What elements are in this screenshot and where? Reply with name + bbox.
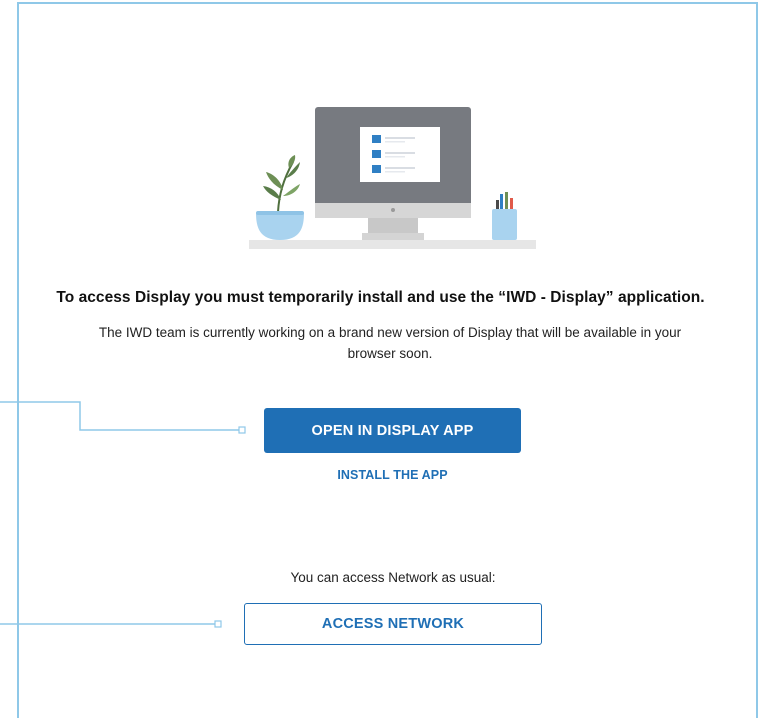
monitor-base xyxy=(362,233,424,240)
description: The IWD team is currently working on a b… xyxy=(99,322,681,364)
plant-icon xyxy=(256,155,304,240)
headline: To access Display you must temporarily i… xyxy=(56,289,705,306)
network-note: You can access Network as usual: xyxy=(290,570,496,585)
monitor-dot xyxy=(391,208,395,212)
description-line-2: browser soon. xyxy=(347,346,433,361)
access-network-button[interactable]: ACCESS NETWORK xyxy=(244,603,542,645)
desk-surface xyxy=(249,240,536,249)
monitor-stand xyxy=(368,218,418,234)
description-line-1: The IWD team is currently working on a b… xyxy=(98,325,682,340)
pencil-cup-icon xyxy=(492,192,517,240)
open-in-display-app-button[interactable]: OPEN IN DISPLAY APP xyxy=(264,408,521,453)
computer-desk-illustration xyxy=(249,107,536,249)
page: To access Display you must temporarily i… xyxy=(0,0,761,720)
install-app-link[interactable]: INSTALL THE APP xyxy=(264,468,521,482)
